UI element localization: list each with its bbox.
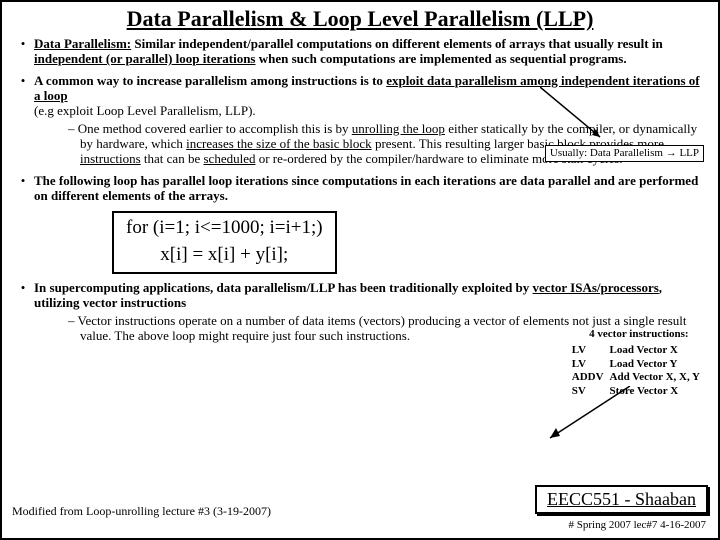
bullet-dot: • <box>12 36 34 67</box>
vec-table: LVLoad Vector X LVLoad Vector Y ADDVAdd … <box>572 344 706 399</box>
arrow-icon: → <box>666 147 677 159</box>
b1-lead: Data Parallelism: <box>34 36 131 51</box>
vec-row: LVLoad Vector X <box>572 344 706 358</box>
code-line-1: for (i=1; i<=1000; i=i+1;) <box>126 217 323 239</box>
b1-text2: when such computations are implemented a… <box>255 51 626 66</box>
b2s-m3: that can be <box>141 151 204 166</box>
vector-instructions-block: 4 vector instructions: LVLoad Vector X L… <box>572 328 706 399</box>
b1-under: independent (or parallel) loop iteration… <box>34 51 255 66</box>
vec-row: ADDVAdd Vector X, X, Y <box>572 371 706 385</box>
vec-op: ADDV <box>572 371 610 385</box>
b1-text1: Similar independent/parallel computation… <box>131 36 663 51</box>
b4-u: vector ISAs/processors <box>533 280 659 295</box>
b2s-u2: increases the size of the basic block <box>186 136 372 151</box>
bullet-1: • Data Parallelism: Similar independent/… <box>12 36 708 67</box>
vec-op: SV <box>572 385 610 399</box>
vec-header: 4 vector instructions: <box>572 328 706 342</box>
bullet-dot: • <box>12 73 34 167</box>
callout-post: LLP <box>677 147 699 159</box>
vec-row: SVStore Vector X <box>572 385 706 399</box>
b2s-u1: unrolling the loop <box>352 121 445 136</box>
vec-desc: Load Vector Y <box>610 358 706 372</box>
code-box: for (i=1; i<=1000; i=i+1;) x[i] = x[i] +… <box>112 211 337 274</box>
vec-op: LV <box>572 358 610 372</box>
bullet-dot: • <box>12 280 34 343</box>
vec-desc: Add Vector X, X, Y <box>610 371 706 385</box>
vec-desc: Load Vector X <box>610 344 706 358</box>
code-line-2: x[i] = x[i] + y[i]; <box>126 244 323 266</box>
slide-title: Data Parallelism & Loop Level Parallelis… <box>12 6 708 32</box>
b2s-pre: – One method covered earlier to accompli… <box>68 121 352 136</box>
bullet-3: • The following loop has parallel loop i… <box>12 173 708 204</box>
b2-lead: A common way to increase parallelism amo… <box>34 73 386 88</box>
footer-lecture-info: # Spring 2007 lec#7 4-16-2007 <box>569 519 706 532</box>
footer-modified: Modified from Loop-unrolling lecture #3 … <box>12 504 271 518</box>
vec-desc: Store Vector X <box>610 385 706 399</box>
b2-tail: (e.g exploit Loop Level Parallelism, LLP… <box>34 103 256 118</box>
b3-text: The following loop has parallel loop ite… <box>34 173 708 204</box>
bullet-dot: • <box>12 173 34 204</box>
vec-op: LV <box>572 344 610 358</box>
vec-row: LVLoad Vector Y <box>572 358 706 372</box>
b4-pre: In supercomputing applications, data par… <box>34 280 533 295</box>
b2s-u4: scheduled <box>203 151 255 166</box>
callout-box: Usually: Data Parallelism → LLP <box>545 145 704 162</box>
slide: Data Parallelism & Loop Level Parallelis… <box>0 0 720 540</box>
callout-pre: Usually: Data Parallelism <box>550 147 666 159</box>
footer-course-box: EECC551 - Shaaban <box>535 485 708 514</box>
